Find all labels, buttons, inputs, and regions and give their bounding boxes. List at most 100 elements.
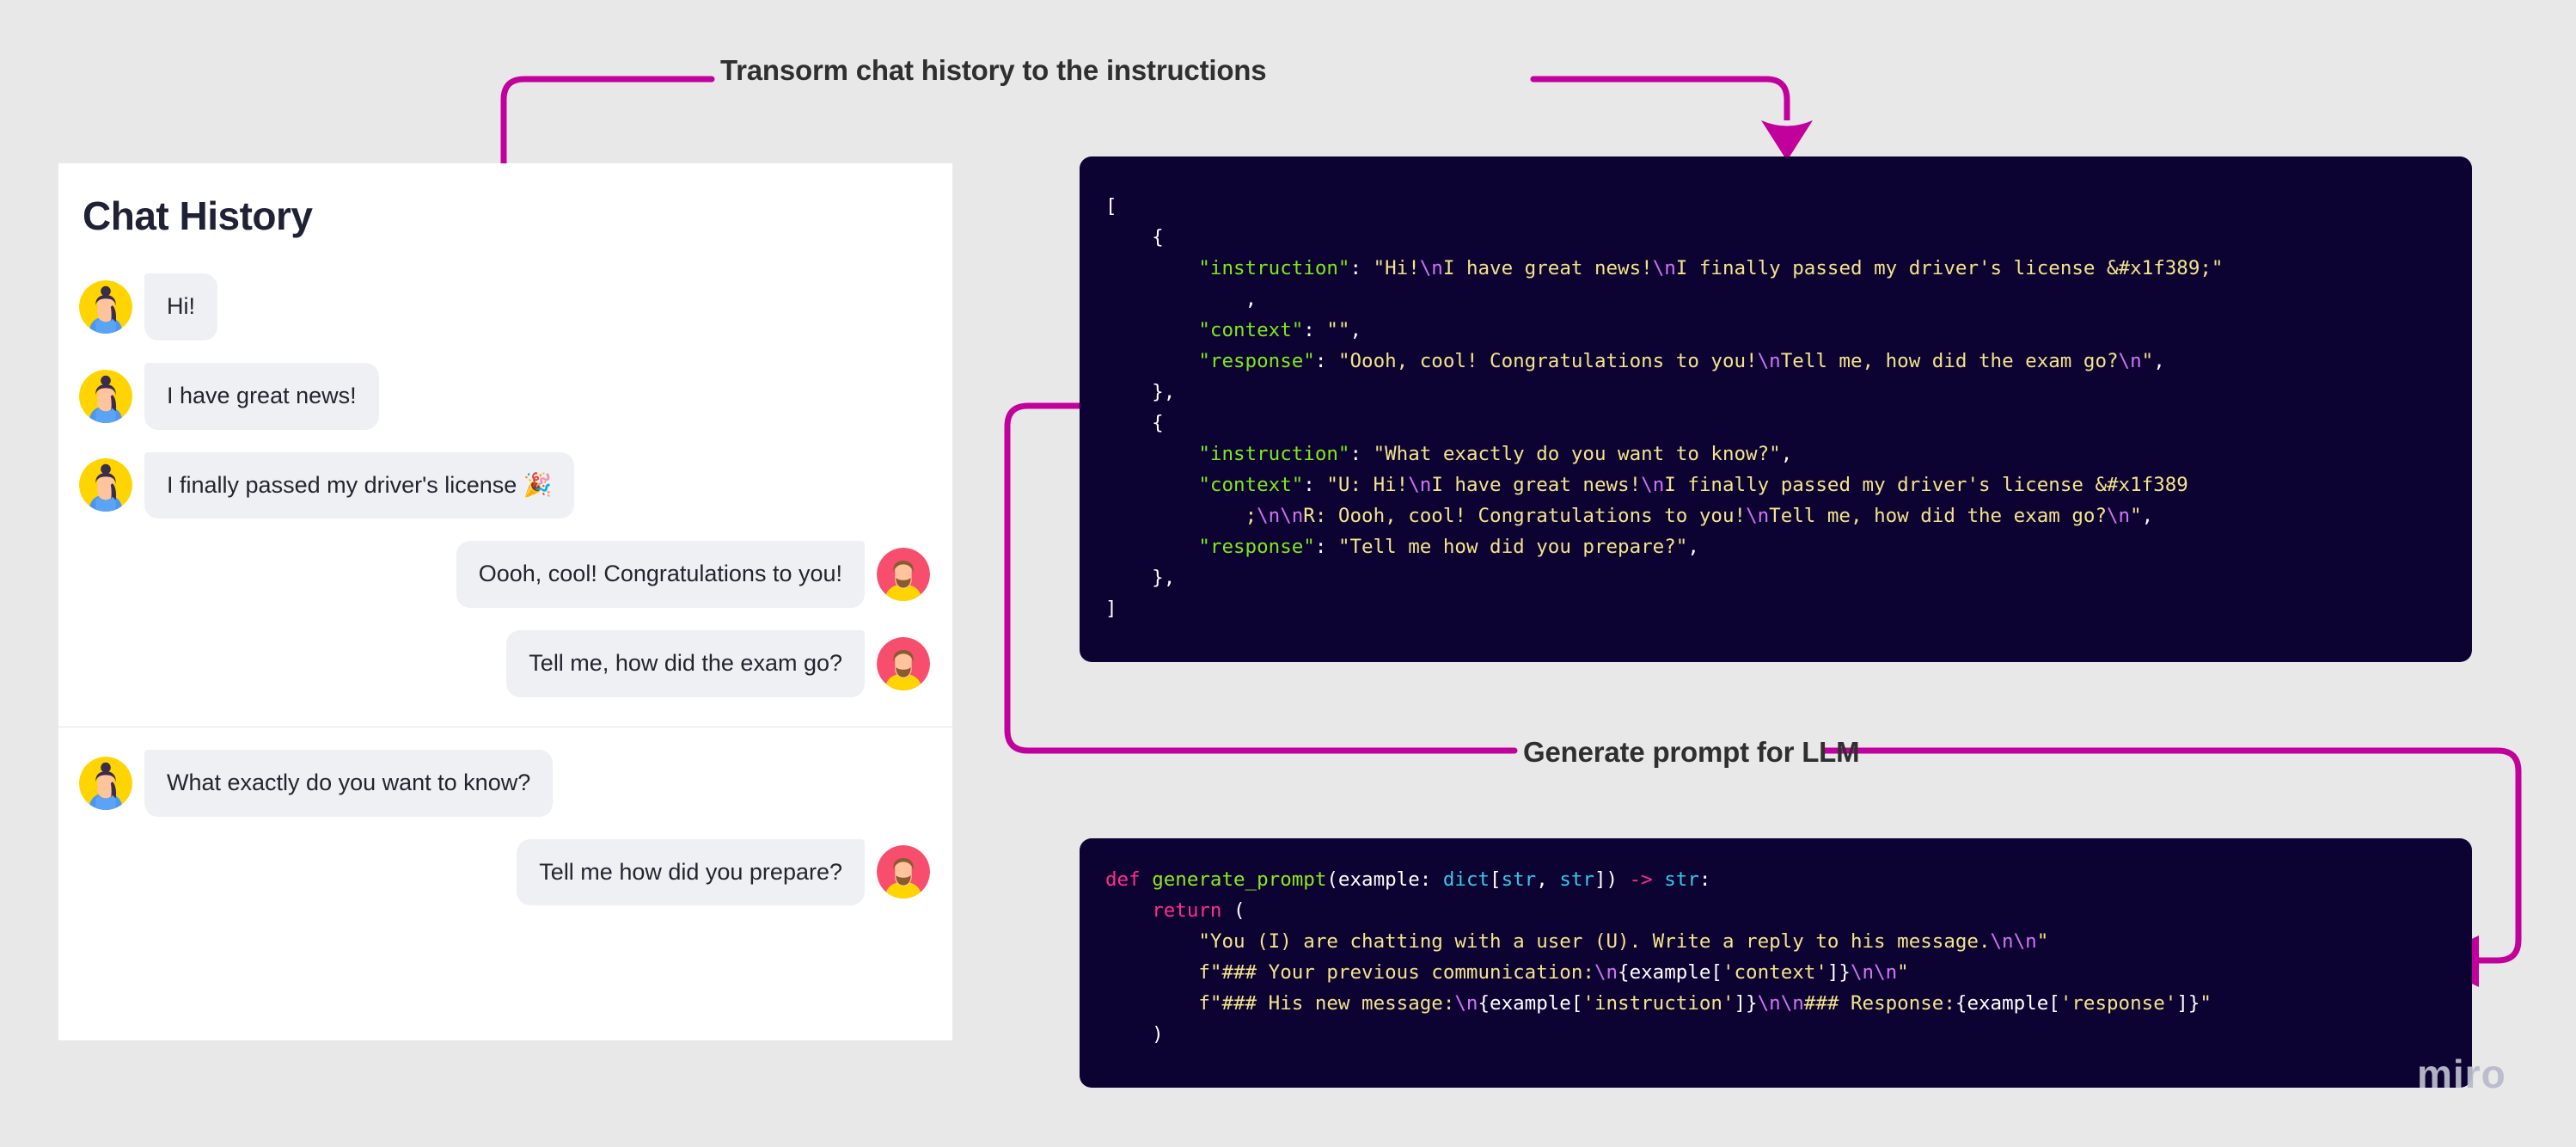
- code-token: \n: [1652, 257, 1676, 279]
- code-token: 'context': [1722, 961, 1827, 984]
- woman-avatar-icon: [79, 369, 132, 423]
- code-token: R: Oooh, cool! Congratulations to you!: [1303, 505, 1747, 527]
- code-line: {: [1105, 222, 2446, 253]
- code-token: return: [1152, 899, 1222, 922]
- page-title: Chat History: [83, 193, 313, 238]
- chat-history-header: Chat History: [58, 193, 952, 239]
- code-token: },: [1105, 381, 1176, 403]
- miro-watermark: miro: [2417, 1052, 2506, 1096]
- man-avatar-icon: [877, 548, 930, 602]
- code-token: \n: [1594, 961, 1618, 984]
- connector-label-generate: Generate prompt for LLM: [1523, 736, 1860, 768]
- code-line: return (: [1105, 895, 2446, 926]
- message-row: I finally passed my driver's license 🎉: [58, 451, 952, 519]
- code-token: "What exactly do you want to know?": [1373, 443, 1781, 465]
- code-token: \n: [1454, 992, 1478, 1015]
- code-line: ,: [1105, 284, 2446, 315]
- woman-avatar-icon: [79, 369, 132, 423]
- message-row: Hi!: [58, 273, 952, 340]
- code-line: "context": "",: [1105, 315, 2446, 346]
- code-token: \n: [1408, 474, 1432, 496]
- code-token: ]: [1105, 598, 1117, 620]
- code-token: ": [2141, 350, 2154, 372]
- code-token: "Tell me how did you prepare?": [1337, 536, 1688, 558]
- code-token: 'response': [2059, 992, 2177, 1015]
- code-token: \n\n: [1990, 930, 2037, 953]
- code-token: I finally passed my driver's license &#x…: [1675, 257, 2224, 279]
- code-line: "response": "Tell me how did you prepare…: [1105, 531, 2446, 562]
- code-token: str: [1664, 868, 1699, 891]
- code-token: (: [1221, 899, 1245, 922]
- code-token: ): [1105, 1023, 1164, 1046]
- code-token: :: [1314, 350, 1338, 372]
- code-token: },: [1105, 567, 1176, 589]
- code-token: {example[: [1618, 961, 1722, 984]
- code-line: ): [1105, 1019, 2446, 1050]
- code-token: I have great news!: [1431, 474, 1642, 496]
- code-token: :: [1349, 257, 1374, 279]
- code-line: ;\n\nR: Oooh, cool! Congratulations to y…: [1105, 500, 2446, 531]
- code-token: {example[: [1955, 992, 2060, 1015]
- code-token: "U: Hi!: [1326, 474, 1409, 496]
- code-token: ### Response:: [1803, 992, 1955, 1015]
- code-token: ,: [1780, 443, 1793, 465]
- message-row: Oooh, cool! Congratulations to you!: [58, 541, 952, 608]
- message-bubble: I have great news!: [144, 362, 379, 430]
- code-token: "context": [1198, 474, 1304, 496]
- code-line: f"### Your previous communication:\n{exa…: [1105, 957, 2446, 988]
- code-token: :: [1314, 536, 1338, 558]
- code-token: ,: [2141, 505, 2154, 527]
- message-row: Tell me, how did the exam go?: [58, 630, 952, 697]
- code-token: \n: [1746, 505, 1770, 527]
- code-token: "response": [1198, 350, 1315, 372]
- code-token: :: [1349, 443, 1374, 465]
- code-line: "instruction": "What exactly do you want…: [1105, 439, 2446, 469]
- code-line: },: [1105, 562, 2446, 593]
- code-token: "Oooh, cool! Congratulations to you!: [1337, 350, 1758, 372]
- code-token: \n\n: [1257, 505, 1304, 527]
- code-token: \n: [2107, 505, 2131, 527]
- woman-avatar-icon: [79, 458, 132, 512]
- code-token: ]}: [2176, 992, 2200, 1015]
- code-token: str: [1501, 868, 1537, 891]
- code-token: ": [1897, 961, 1909, 984]
- code-token: "instruction": [1198, 257, 1350, 279]
- man-avatar-icon: [877, 636, 930, 690]
- code-token: \n\n: [1850, 961, 1898, 984]
- message-bubble: Hi!: [144, 273, 217, 340]
- code-line: ]: [1105, 593, 2446, 624]
- message-bubble: What exactly do you want to know?: [144, 749, 554, 817]
- message-row: Tell me how did you prepare?: [58, 838, 952, 906]
- code-token: [: [1105, 195, 1117, 218]
- message-bubble: Tell me how did you prepare?: [517, 838, 865, 906]
- arrow-head-down-icon: [1761, 120, 1813, 161]
- code-token: ": [2036, 930, 2049, 953]
- code-token: \n: [1641, 474, 1665, 496]
- code-line: {: [1105, 408, 2446, 439]
- arrow-head-down-notch: [1761, 120, 1813, 126]
- woman-avatar-icon: [79, 279, 132, 334]
- code-token: f"### His new message:: [1198, 992, 1455, 1015]
- code-token: ,: [1536, 868, 1560, 891]
- man-avatar-icon: [877, 636, 930, 690]
- code-token: \n: [1419, 257, 1443, 279]
- code-token: dict: [1442, 868, 1490, 891]
- code-token: :: [1303, 319, 1327, 341]
- code-token: Tell me, how did the exam go?: [1769, 505, 2107, 527]
- code-line: [: [1105, 191, 2446, 222]
- code-token: [: [1490, 868, 1502, 891]
- code-token: :: [1303, 474, 1327, 496]
- code-token: I finally passed my driver's license &#x…: [1664, 474, 2188, 496]
- code-token: "context": [1198, 319, 1304, 341]
